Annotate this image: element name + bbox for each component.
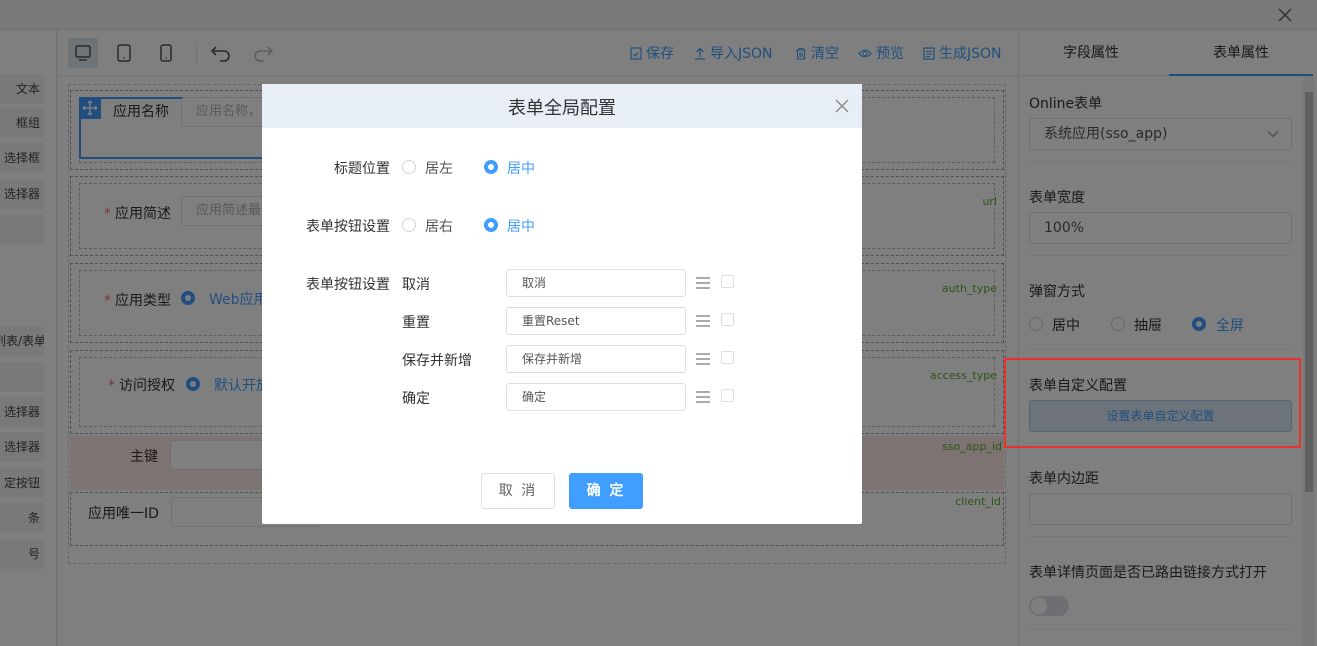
- buttons-setting-label: 表单按钮设置: [306, 277, 390, 293]
- button-row-name: 重置: [402, 315, 430, 331]
- radio-label: 居中: [507, 161, 535, 177]
- dialog-title: 表单全局配置: [508, 98, 616, 119]
- dialog-header: 表单全局配置: [262, 84, 862, 128]
- button-visible-checkbox[interactable]: [721, 389, 734, 402]
- button-text-input[interactable]: 重置Reset: [506, 307, 686, 335]
- radio-label: 居中: [507, 219, 535, 235]
- confirm-button[interactable]: 确 定: [569, 473, 643, 509]
- radio-unchecked[interactable]: [402, 218, 416, 232]
- button-align-label: 表单按钮设置: [306, 219, 390, 235]
- button-row-name: 保存并新增: [402, 353, 472, 369]
- menu-icon[interactable]: [695, 314, 711, 328]
- button-visible-checkbox[interactable]: [721, 351, 734, 364]
- menu-icon[interactable]: [695, 352, 711, 366]
- radio-unchecked[interactable]: [402, 160, 416, 174]
- menu-icon[interactable]: [695, 390, 711, 404]
- cancel-button[interactable]: 取 消: [481, 473, 555, 509]
- button-row-name: 取消: [402, 277, 430, 293]
- button-visible-checkbox[interactable]: [721, 275, 734, 288]
- button-text-input[interactable]: 保存并新增: [506, 345, 686, 373]
- title-position-label: 标题位置: [334, 161, 390, 177]
- radio-checked[interactable]: [484, 160, 498, 174]
- button-text-input[interactable]: 确定: [506, 383, 686, 411]
- radio-label: 居右: [425, 219, 453, 235]
- global-config-dialog: 表单全局配置 标题位置 居左 居中 表单按钮设置 居右 居中 表单按钮设置 取消…: [262, 84, 862, 524]
- button-row-name: 确定: [402, 391, 430, 407]
- close-icon[interactable]: [834, 98, 850, 114]
- radio-label: 居左: [425, 161, 453, 177]
- button-visible-checkbox[interactable]: [721, 313, 734, 326]
- highlight-frame: [1004, 358, 1301, 448]
- button-text-input[interactable]: 取消: [506, 269, 686, 297]
- menu-icon[interactable]: [695, 276, 711, 290]
- radio-checked[interactable]: [484, 218, 498, 232]
